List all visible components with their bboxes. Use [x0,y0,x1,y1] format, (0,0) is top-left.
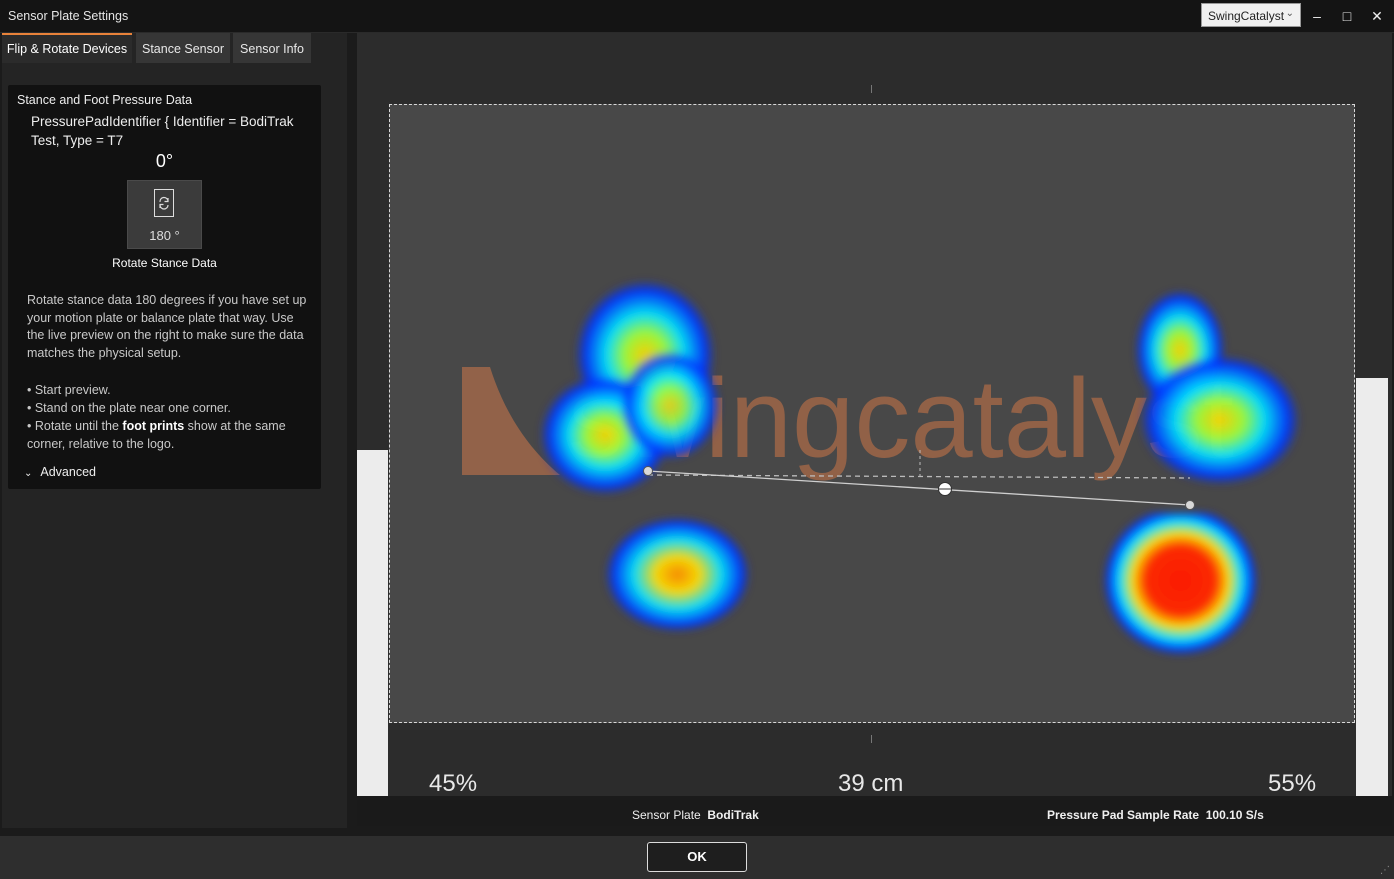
sample-rate-value: 100.10 S/s [1205,808,1264,822]
right-balance-bar [1356,378,1388,796]
right-weight-percent: 55% [1268,770,1317,797]
rotate-180-button[interactable]: 180 ° [127,180,202,249]
bottom-center-tick [871,735,872,743]
rotate-description: Rotate stance data 180 degrees if you ha… [27,293,307,360]
window-title: Sensor Plate Settings [8,9,129,23]
sample-rate-label: Pressure Pad Sample Rate [1047,808,1200,822]
current-angle: 0° [155,151,174,171]
settings-pane: Flip & Rotate Devices Stance Sensor Sens… [2,33,347,828]
rotate-stance-label: Rotate Stance Data [112,256,217,270]
instructions-list: • Start preview. • Stand on the plate ne… [27,381,312,453]
sensor-info-bar: Sensor Plate BodiTrak Pressure Pad Sampl… [357,800,1392,826]
tab-sensor-info[interactable]: Sensor Info [233,33,311,63]
tab-stance-sensor[interactable]: Stance Sensor [136,33,230,63]
dialog-footer: OK ⋰ [0,836,1394,879]
advanced-expander[interactable]: ⌄ Advanced [24,465,96,479]
stance-distance: 39 cm [838,770,904,797]
sensor-plate-value: BodiTrak [707,808,759,822]
rotate-icon [154,189,174,217]
sample-rate-info: Pressure Pad Sample Rate 100.10 S/s [1047,808,1264,822]
account-dropdown[interactable]: SwingCatalyst ⌄ [1201,3,1301,27]
sensor-plate-info: Sensor Plate BodiTrak [632,808,759,822]
advanced-label: Advanced [40,465,96,479]
chevron-down-icon: ⌄ [1285,8,1294,19]
foot-prints-emphasis: foot prints [122,419,185,433]
stance-card: Stance and Foot Pressure Data PressurePa… [8,85,321,489]
instruction-step: • Rotate until the foot prints show at t… [27,419,286,451]
tab-flip-rotate-devices[interactable]: Flip & Rotate Devices [2,33,132,63]
left-weight-percent: 45% [429,770,478,797]
account-dropdown-value: SwingCatalyst [1208,9,1285,23]
close-button[interactable]: ✕ [1364,5,1390,27]
instruction-step: • Stand on the plate near one corner. [27,401,231,415]
instruction-step: • Start preview. [27,383,111,397]
ok-button[interactable]: OK [647,842,747,872]
pressure-pad-identifier: PressurePadIdentifier { Identifier = Bod… [31,114,294,148]
top-center-tick [871,85,872,93]
maximize-button[interactable]: □ [1334,5,1360,27]
sensor-plate-label: Sensor Plate [632,808,701,822]
left-balance-bar [357,450,388,796]
chevron-down-icon: ⌄ [24,468,33,479]
minimize-button[interactable]: – [1304,5,1330,27]
rotate-button-label: 180 ° [149,228,180,243]
sensor-plate-preview: swingcatalyst [389,104,1355,723]
title-bar: Sensor Plate Settings SwingCatalyst ⌄ – … [0,0,1394,33]
card-title: Stance and Foot Pressure Data [17,93,193,107]
resize-grip-icon[interactable]: ⋰ [1380,865,1390,876]
